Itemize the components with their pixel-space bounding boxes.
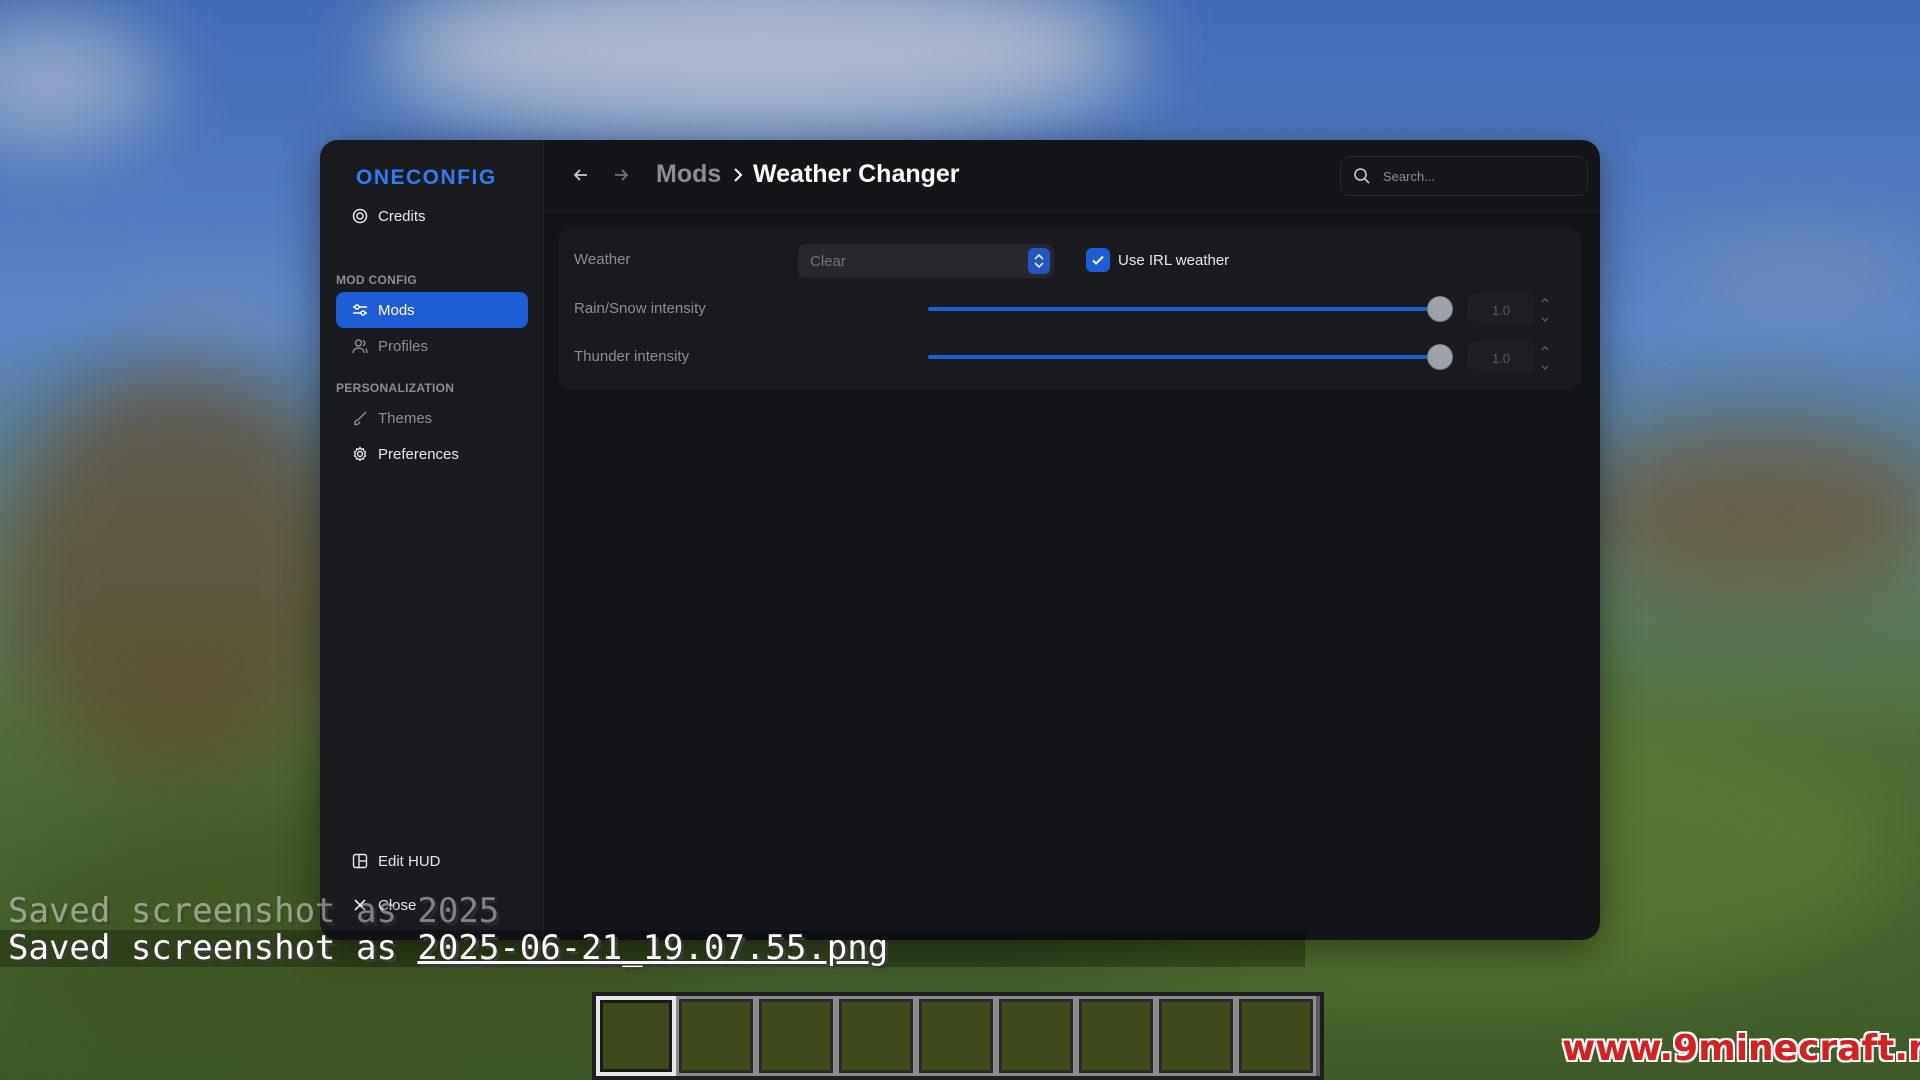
edit-hud-button[interactable]: Edit HUD <box>336 845 528 877</box>
chat-text: Saved screenshot as <box>8 928 418 968</box>
hotbar-slot[interactable] <box>836 996 916 1076</box>
hotbar-slot[interactable] <box>756 996 836 1076</box>
chevron-down-icon <box>1541 317 1549 323</box>
search-input[interactable] <box>1383 168 1573 184</box>
hotbar <box>592 992 1324 1080</box>
sidebar-item-profiles[interactable]: Profiles <box>336 328 528 364</box>
forward-button[interactable] <box>608 162 634 188</box>
chevron-right-icon <box>734 168 743 182</box>
arrow-right-icon <box>615 169 629 181</box>
back-button[interactable] <box>568 162 594 188</box>
section-label-mod-config: MOD CONFIG <box>336 273 417 287</box>
arrow-left-icon <box>573 169 587 181</box>
weather-dropdown[interactable]: Clear <box>798 244 1054 278</box>
thunder-intensity-slider[interactable] <box>928 345 1452 369</box>
hotbar-slot[interactable] <box>1076 996 1156 1076</box>
weather-label: Weather <box>574 251 631 268</box>
sidebar-item-mods[interactable]: Mods <box>336 292 528 328</box>
top-bar: Mods Weather Changer <box>544 140 1600 212</box>
sidebar-item-label: Preferences <box>378 445 459 463</box>
hotbar-slot[interactable] <box>916 996 996 1076</box>
minecraft-chat: Saved screenshot as 2025 Saved screensho… <box>0 893 1305 967</box>
search-icon <box>1354 168 1370 184</box>
options-panel: Weather Clear Use IRL weather Rain/Snow … <box>558 228 1582 390</box>
rain-intensity-stepper[interactable] <box>1540 295 1552 325</box>
hotbar-slot[interactable] <box>1236 996 1316 1076</box>
search-box[interactable] <box>1340 156 1588 196</box>
sidebar-item-label: Themes <box>378 409 433 427</box>
section-label-personalization: PERSONALIZATION <box>336 381 455 395</box>
breadcrumb-parent[interactable]: Mods <box>656 160 721 189</box>
chevron-up-icon <box>1541 345 1549 351</box>
sidebar-item-label: Profiles <box>378 337 429 355</box>
chat-line: Saved screenshot as 2025-06-21_19.07.55.… <box>0 930 1305 967</box>
thunder-intensity-input[interactable]: 1.0 <box>1468 342 1534 374</box>
hotbar-slot[interactable] <box>596 996 676 1076</box>
slider-thumb[interactable] <box>1428 297 1452 321</box>
chevron-up-down-icon <box>1034 253 1044 269</box>
credits-icon <box>352 208 368 224</box>
oneconfig-logo: ONECONFIG <box>356 166 497 189</box>
sidebar-item-preferences[interactable]: Preferences <box>336 436 528 472</box>
sidebar: ONECONFIG Credits MOD CONFIG Mods Profil… <box>320 140 544 940</box>
chevron-up-icon <box>1541 297 1549 303</box>
rain-intensity-input[interactable]: 1.0 <box>1468 294 1534 326</box>
check-icon <box>1092 255 1104 265</box>
sidebar-item-themes[interactable]: Themes <box>336 400 528 436</box>
rain-intensity-label: Rain/Snow intensity <box>574 300 706 317</box>
weather-selected-value: Clear <box>810 252 846 270</box>
screenshot-file-link[interactable]: 2025-06-21_19.07.55.png <box>417 928 888 968</box>
oneconfig-window: ONECONFIG Credits MOD CONFIG Mods Profil… <box>320 140 1600 940</box>
slider-thumb[interactable] <box>1428 345 1452 369</box>
sidebar-item-label: Mods <box>378 301 415 319</box>
chevron-down-icon <box>1541 365 1549 371</box>
edit-hud-label: Edit HUD <box>378 852 441 870</box>
sidebar-item-credits[interactable]: Credits <box>336 198 528 234</box>
slider-fill <box>928 307 1440 311</box>
thunder-intensity-label: Thunder intensity <box>574 348 690 365</box>
sliders-icon <box>352 302 368 318</box>
hotbar-slot[interactable] <box>996 996 1076 1076</box>
hotbar-slot[interactable] <box>676 996 756 1076</box>
slider-fill <box>928 355 1440 359</box>
thunder-intensity-stepper[interactable] <box>1540 343 1552 373</box>
user-icon <box>352 338 368 354</box>
irl-weather-checkbox[interactable] <box>1086 248 1110 272</box>
watermark-text: www.9minecraft.net <box>1562 1028 1920 1069</box>
sidebar-item-label: Credits <box>378 207 426 225</box>
dropdown-toggle[interactable] <box>1028 248 1050 274</box>
breadcrumb-current: Weather Changer <box>753 160 960 188</box>
irl-weather-label: Use IRL weather <box>1118 252 1230 269</box>
rain-intensity-slider[interactable] <box>928 297 1452 321</box>
chat-line: Saved screenshot as 2025 <box>8 891 500 931</box>
hotbar-slot[interactable] <box>1156 996 1236 1076</box>
gear-icon <box>352 446 368 462</box>
layout-icon <box>352 853 368 869</box>
brush-icon <box>352 410 368 426</box>
main-content: Mods Weather Changer Weather Clear Use I… <box>544 140 1600 940</box>
